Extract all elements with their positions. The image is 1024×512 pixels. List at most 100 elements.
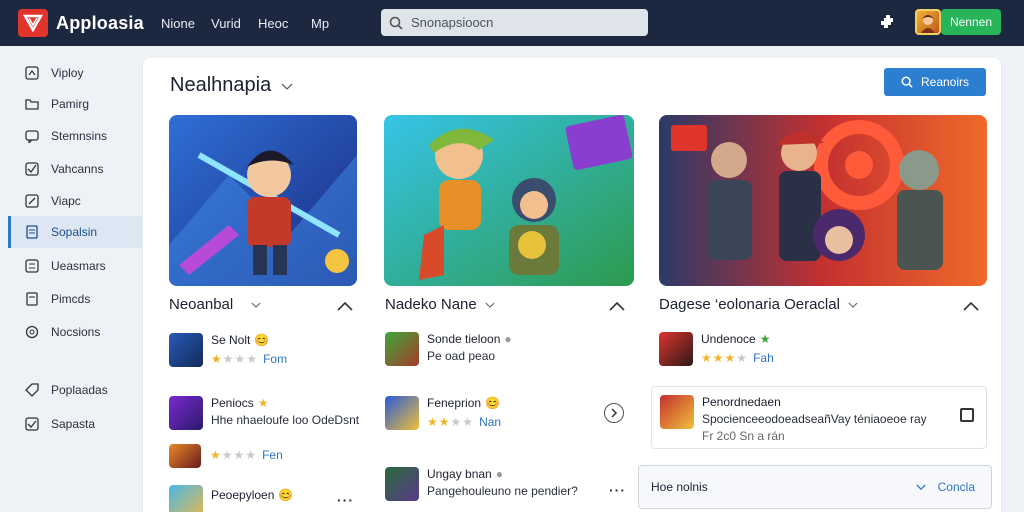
folder-icon: [24, 96, 40, 112]
sidebar-item-vahcanns[interactable]: Vahcanns: [8, 153, 142, 185]
collapse-icon[interactable]: [963, 298, 979, 311]
featured-item-card[interactable]: Penordnedaen SpocienceeodoeadseañVay tén…: [651, 386, 987, 449]
sidebar-item-label: Poplaadas: [51, 383, 108, 397]
sidebar-item-sapasta[interactable]: Sapasta: [8, 408, 142, 440]
rating-label[interactable]: Fah: [753, 351, 774, 365]
column-title[interactable]: Dagese ‘eolonaria Oeraclal: [659, 296, 858, 313]
sidebar-item-ueasmars[interactable]: Ueasmars: [8, 250, 142, 282]
collapse-icon[interactable]: [609, 298, 625, 311]
topnav-item[interactable]: Heoc: [258, 16, 288, 31]
topnav-item[interactable]: Vurid: [211, 16, 241, 31]
top-cta-button[interactable]: Nennen: [941, 9, 1001, 35]
main-panel: Nealhnapia Reanoirs Neoanbal Se Nolt 😊 ★…: [143, 58, 1001, 512]
app-name: Undenoce: [701, 332, 756, 346]
tag-icon: [24, 382, 40, 398]
app-name: Penordnedaen: [702, 395, 781, 409]
sparkle-icon: ★: [257, 396, 269, 410]
column-title[interactable]: Nadeko Nane: [385, 296, 495, 313]
game-banner[interactable]: [384, 115, 634, 286]
page-title-text: Nealhnapia: [170, 74, 272, 96]
puzzle-icon[interactable]: [878, 12, 898, 32]
grid-icon: [24, 65, 40, 81]
app-name: Se Nolt: [211, 333, 251, 347]
star-icon: ★: [736, 351, 748, 365]
app-meta: Fr 2c0 Sn a rán: [702, 429, 785, 443]
app-thumbnail: [169, 396, 203, 430]
game-banner[interactable]: [659, 115, 987, 286]
sidebar-item-label: Nocsions: [51, 325, 101, 339]
emoji-icon: 😊: [278, 488, 294, 502]
sidebar-item-label: Pamirg: [51, 97, 90, 111]
primary-button[interactable]: Reanoirs: [884, 68, 986, 96]
column-title[interactable]: Neoanbal: [169, 296, 261, 313]
top-bar: Apploasia Nione Vurid Heoc Mp Nennen: [0, 0, 1024, 46]
bottom-bar-action[interactable]: Concla: [938, 480, 975, 494]
sidebar-item-label: Pimcds: [51, 292, 91, 306]
column-title-text: Dagese ‘eolonaria Oeraclal: [659, 296, 840, 313]
list-item[interactable]: Feneprion 😊 ★ ★ ★ ★ Nan: [385, 396, 501, 430]
app-thumbnail: [385, 332, 419, 366]
sidebar-item-label: Sapasta: [51, 417, 96, 431]
list-item[interactable]: ★ ★ ★ ★ Fen: [169, 444, 283, 468]
game-banner[interactable]: [169, 115, 357, 286]
sidebar-item-label: Viapc: [51, 194, 81, 208]
avatar[interactable]: [915, 9, 941, 35]
app-description: Hhe nhaeloufe loo OdeDsnt: [211, 413, 360, 427]
primary-button-label: Reanoirs: [920, 75, 970, 89]
search-input[interactable]: [411, 15, 631, 30]
sidebar-item-pamirg[interactable]: Pamirg: [8, 88, 142, 120]
chevron-right-button[interactable]: [604, 403, 624, 423]
chevron-down-icon[interactable]: [916, 484, 926, 491]
topnav-item[interactable]: Mp: [311, 16, 329, 31]
rating-label[interactable]: Nan: [479, 415, 501, 429]
sidebar-item-viapc[interactable]: Viapc: [8, 185, 142, 217]
select-checkbox[interactable]: [960, 408, 974, 422]
app-description: Pangehouleuno ne pendier?: [427, 484, 578, 498]
page-title[interactable]: Nealhnapia: [170, 74, 293, 97]
star-icon: ★: [462, 415, 474, 429]
more-icon[interactable]: ···: [609, 482, 626, 498]
chevron-down-icon: [251, 296, 261, 313]
app-description: Pe oad peao: [427, 349, 496, 363]
emoji-icon: 😊: [254, 333, 270, 347]
document-icon: [24, 224, 40, 240]
app-name: Peoepyloen: [211, 488, 275, 502]
star-icon: ★: [211, 352, 222, 366]
list-item[interactable]: Undenoce ★ ★ ★ ★ ★ Fah: [659, 332, 774, 366]
list-item[interactable]: Ungay bnan ● Pangehouleuno ne pendier?: [385, 467, 578, 501]
topnav-item[interactable]: Nione: [161, 16, 195, 31]
star-icon: ★: [450, 415, 462, 429]
app-thumbnail: [169, 485, 203, 512]
list-item[interactable]: Peniocs ★ Hhe nhaeloufe loo OdeDsnt: [169, 396, 359, 430]
list-item[interactable]: Peoepyloen 😊: [169, 485, 293, 512]
star-icon: ★: [724, 351, 736, 365]
sidebar-item-label: Stemnsins: [51, 129, 108, 143]
list-item[interactable]: Se Nolt 😊 ★ ★ ★ ★ Fom: [169, 333, 287, 367]
search-icon: [901, 76, 913, 88]
sidebar-item-nocsions[interactable]: Nocsions: [8, 316, 142, 348]
sidebar-item-viploy[interactable]: Viploy: [8, 57, 142, 89]
more-icon[interactable]: ···: [337, 492, 354, 508]
app-logo[interactable]: Apploasia: [18, 9, 144, 37]
sidebar-item-label: Viploy: [51, 66, 84, 80]
app-name: Apploasia: [56, 12, 144, 33]
list-item[interactable]: Sonde tieloon ● Pe oad peao: [385, 332, 512, 366]
rating-label[interactable]: Fom: [263, 352, 287, 366]
star-icon: ★: [438, 415, 450, 429]
collapse-icon[interactable]: [337, 298, 353, 311]
sidebar-item-pimcds[interactable]: Pimcds: [8, 283, 142, 315]
sidebar-item-label: Vahcanns: [51, 162, 104, 176]
sidebar-item-poplaadas[interactable]: Poplaadas: [8, 374, 142, 406]
sidebar-item-stemnsins[interactable]: Stemnsins: [8, 120, 142, 152]
bottom-bar-label: Hoe nolnis: [651, 480, 708, 494]
sidebar-item-sopalsin[interactable]: Sopalsin: [8, 216, 142, 248]
star-icon: ★: [210, 448, 221, 462]
document-icon: [24, 291, 40, 307]
list-icon: [24, 258, 40, 274]
bottom-bar[interactable]: Hoe nolnis Concla: [638, 465, 992, 509]
emoji-icon: 😊: [485, 396, 500, 410]
chat-icon: [24, 128, 40, 144]
star-icon: ★: [233, 448, 245, 462]
logo-icon: [18, 9, 48, 37]
rating-label[interactable]: Fen: [262, 448, 283, 462]
